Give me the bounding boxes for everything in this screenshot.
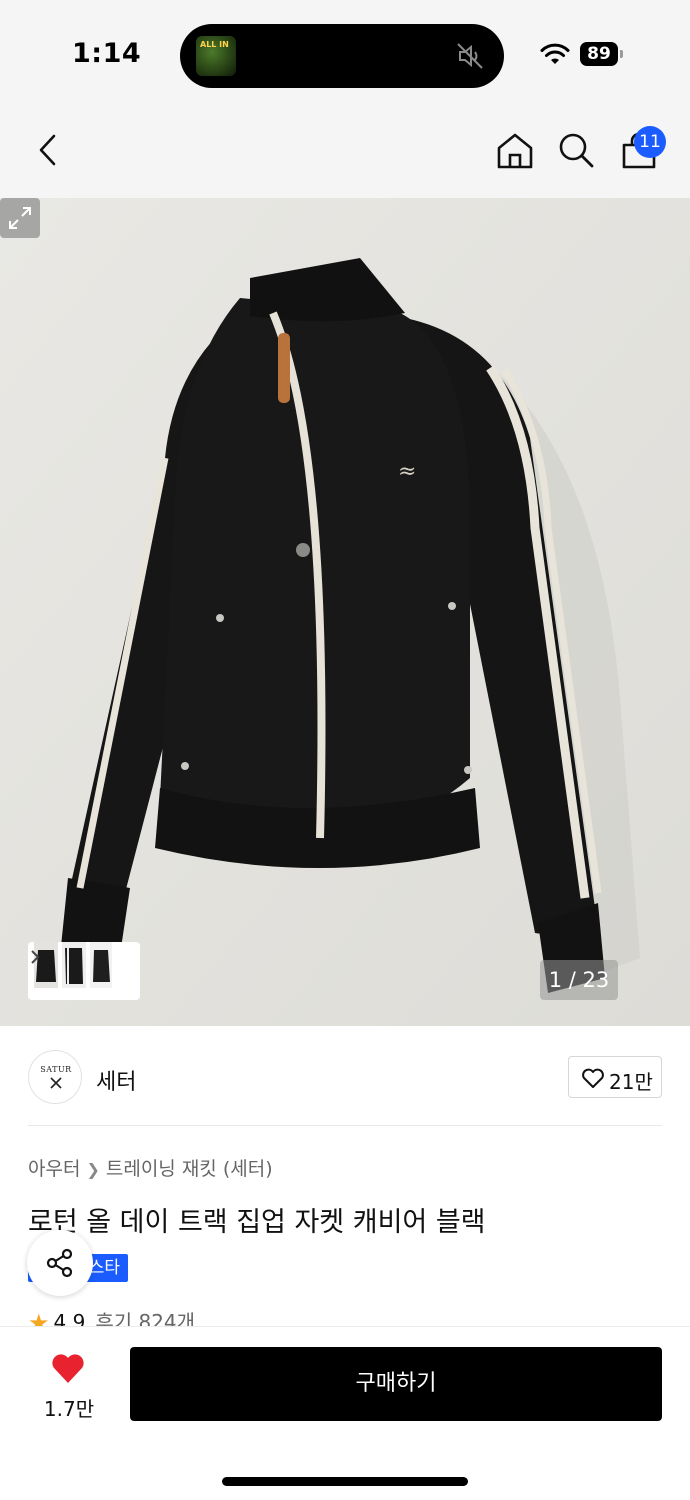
- product-title: 로턴 올 데이 트랙 집업 자켓 캐비어 블랙: [28, 1207, 486, 1238]
- brand-name[interactable]: 세터: [96, 1064, 136, 1096]
- status-time: 1:14: [72, 38, 142, 69]
- breadcrumb-item[interactable]: 트레이닝 재킷 (세터): [106, 1158, 273, 1180]
- brand-logo-text: SATUR: [40, 1065, 72, 1074]
- divider: [28, 1125, 662, 1126]
- search-icon[interactable]: [556, 130, 596, 170]
- wishlist-button[interactable]: 1.7만: [36, 1347, 102, 1421]
- brand-like-button[interactable]: 21만: [568, 1056, 662, 1098]
- review-count[interactable]: 후기 824개: [95, 1310, 195, 1326]
- brand-logo[interactable]: SATUR: [28, 1050, 82, 1104]
- expand-icon[interactable]: [0, 198, 40, 238]
- wifi-icon: [540, 43, 570, 64]
- thumbnail-image[interactable]: [62, 942, 86, 988]
- star-icon: ★: [28, 1309, 50, 1326]
- image-page-counter: 1 / 23: [540, 960, 618, 1000]
- product-image-gallery[interactable]: ≈ 1 / 23: [0, 198, 690, 1026]
- battery-level: 89: [580, 42, 618, 66]
- brand-row[interactable]: SATUR 세터 21만: [0, 1026, 690, 1126]
- product-photo-jacket: ≈: [0, 198, 690, 1026]
- brand-mark-icon: [50, 1077, 62, 1089]
- svg-text:≈: ≈: [398, 459, 416, 484]
- rating-row[interactable]: ★ 4.9 후기 824개: [28, 1306, 328, 1326]
- dynamic-island: ALL IN: [180, 24, 504, 88]
- heart-outline-icon: [582, 1068, 604, 1088]
- cart-count-badge: 11: [634, 126, 666, 158]
- wishlist-count: 1.7만: [43, 1397, 95, 1421]
- rating-score: 4.9: [53, 1310, 86, 1326]
- home-icon[interactable]: [494, 130, 536, 172]
- bottom-action-bar: 1.7만 구매하기: [0, 1326, 690, 1500]
- brand-like-count: 21만: [609, 1070, 653, 1094]
- now-playing-artwork: ALL IN: [196, 36, 236, 76]
- artwork-text: ALL IN: [200, 40, 229, 49]
- thumbnail-strip[interactable]: [28, 942, 140, 1000]
- home-indicator[interactable]: [222, 1477, 468, 1486]
- share-icon: [46, 1248, 73, 1278]
- back-icon[interactable]: [30, 130, 70, 170]
- buy-button[interactable]: 구매하기: [130, 1347, 662, 1421]
- chevron-right-icon[interactable]: [28, 942, 42, 972]
- chevron-right-icon: ❯: [86, 1160, 100, 1179]
- status-bar: 1:14 ALL IN 89: [0, 0, 690, 110]
- mute-icon: [457, 43, 483, 69]
- breadcrumb: 아우터 ❯ 트레이닝 재킷 (세터): [28, 1154, 273, 1181]
- heart-filled-icon: [52, 1354, 84, 1383]
- top-nav-bar: 11: [0, 110, 690, 198]
- share-button[interactable]: [27, 1230, 93, 1296]
- thumbnail-image[interactable]: [90, 942, 112, 988]
- battery-tip: [620, 50, 623, 58]
- breadcrumb-item[interactable]: 아우터: [28, 1158, 80, 1180]
